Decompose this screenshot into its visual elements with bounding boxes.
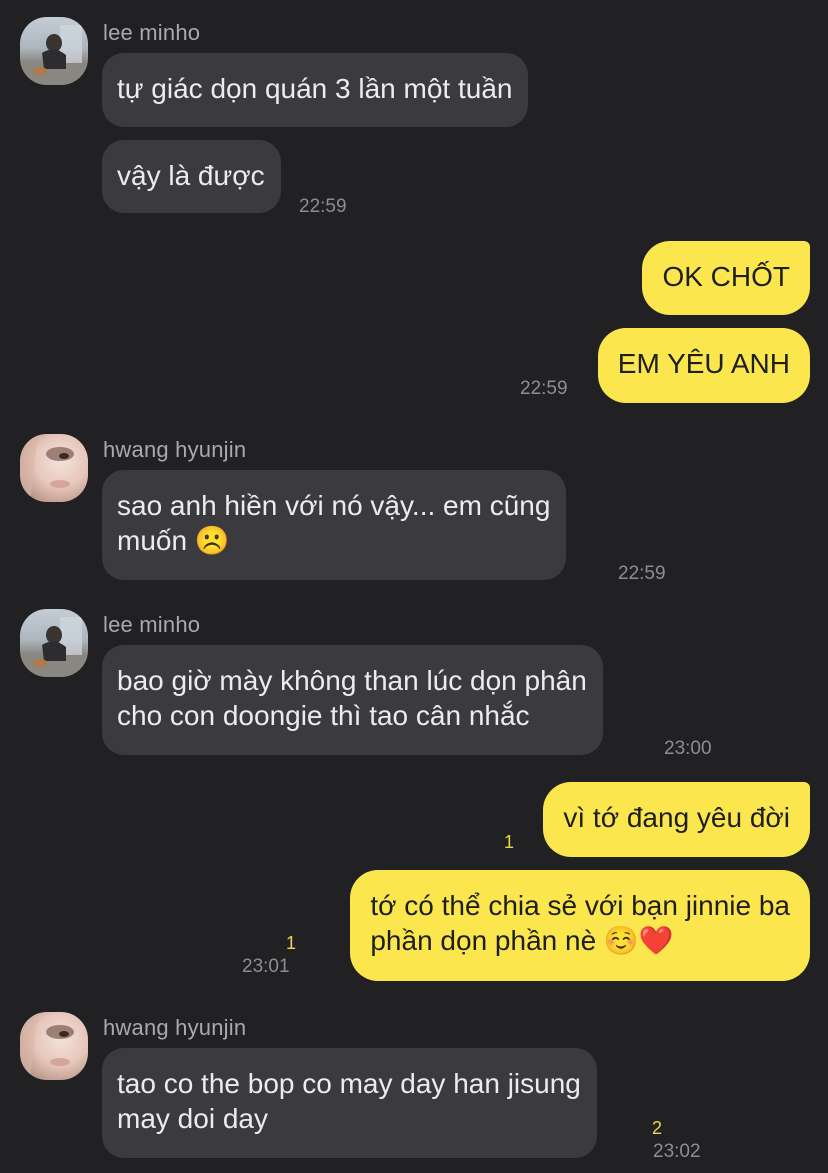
sender-name: lee minho xyxy=(103,612,201,637)
sender-name: hwang hyunjin xyxy=(103,1015,247,1040)
sender-name: lee minho xyxy=(103,20,201,45)
message-timestamp: 23:02 xyxy=(653,1141,701,1162)
avatar-hwang-hyunjin[interactable] xyxy=(20,1012,88,1080)
message-timestamp: 22:59 xyxy=(520,378,568,399)
message-bubble-outgoing[interactable]: EM YÊU ANH xyxy=(597,328,810,403)
unread-count: 1 xyxy=(504,832,515,852)
unread-count: 2 xyxy=(652,1118,663,1138)
message-bubble-outgoing[interactable]: OK CHỐT xyxy=(642,241,810,315)
message-bubble-incoming[interactable]: tự giác dọn quán 3 lần một tuần xyxy=(102,53,529,127)
sender-name: hwang hyunjin xyxy=(103,437,247,462)
message-bubble-outgoing[interactable]: vì tớ đang yêu đời xyxy=(543,782,810,857)
avatar-hwang-hyunjin[interactable] xyxy=(20,434,88,502)
message-bubble-incoming[interactable]: vậy là được xyxy=(102,140,281,213)
message-bubble-incoming[interactable]: sao anh hiền với nó vậy... em cũng muốn … xyxy=(102,470,567,580)
unread-count: 1 xyxy=(286,933,297,953)
avatar-lee-minho[interactable] xyxy=(20,609,88,677)
message-timestamp: 23:01 xyxy=(242,956,290,977)
message-timestamp: 22:59 xyxy=(618,563,666,584)
avatar-lee-minho[interactable] xyxy=(20,17,88,85)
message-bubble-incoming[interactable]: tao co the bop co may day han jisung may… xyxy=(102,1048,597,1158)
message-timestamp: 22:59 xyxy=(299,196,347,217)
message-timestamp: 23:00 xyxy=(664,738,712,759)
message-bubble-incoming[interactable]: bao giờ mày không than lúc dọn phân cho … xyxy=(102,645,603,755)
message-bubble-outgoing[interactable]: tớ có thể chia sẻ với bạn jinnie ba phần… xyxy=(350,870,810,981)
